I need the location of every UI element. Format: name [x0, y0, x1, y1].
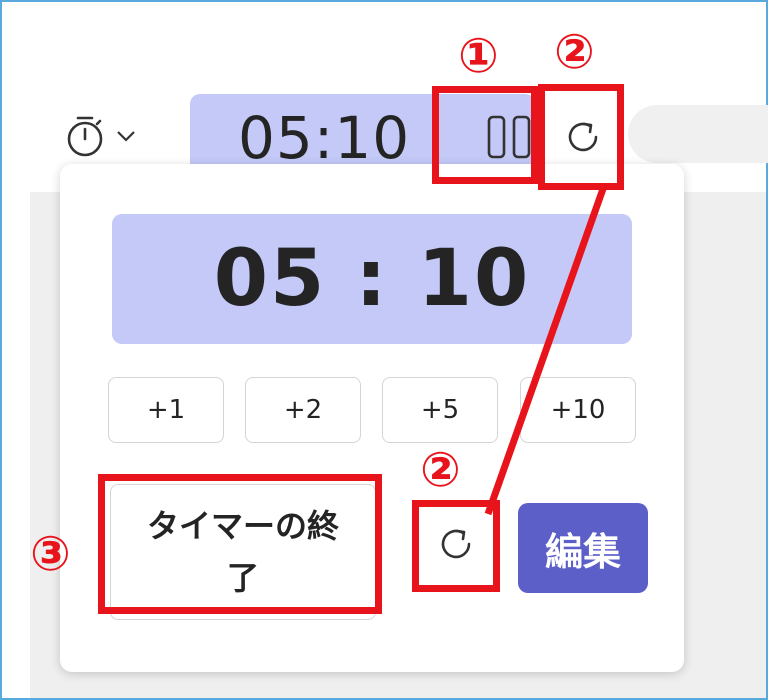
reset-highlight-box-popup — [412, 500, 500, 592]
marker-3: ③ — [30, 526, 71, 582]
marker-2-popup: ② — [420, 442, 461, 498]
marker-1: ① — [458, 28, 499, 84]
pause-highlight-box — [432, 86, 538, 184]
end-timer-highlight-box — [98, 474, 382, 614]
marker-2-header: ② — [554, 24, 595, 80]
reset-highlight-box-header — [538, 84, 624, 190]
